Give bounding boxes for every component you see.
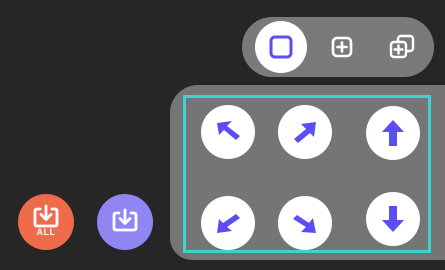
- mode-toolbar: [242, 17, 434, 77]
- arrow-down-right-icon: [293, 215, 316, 233]
- arrow-down-left-icon: [217, 214, 240, 233]
- arrow-up-left-icon: [217, 121, 240, 140]
- plus-square-icon: [331, 36, 353, 58]
- move-down-button[interactable]: [366, 192, 420, 246]
- arrow-up-right-icon: [294, 122, 316, 143]
- arrow-down-icon: [382, 206, 404, 232]
- arrow-up-icon: [382, 120, 404, 146]
- select-mode-button[interactable]: [255, 21, 307, 73]
- download-tray-icon: [112, 208, 138, 232]
- move-up-left-button[interactable]: [201, 105, 255, 159]
- download-button[interactable]: [97, 194, 153, 250]
- move-down-left-button[interactable]: [201, 196, 255, 250]
- download-all-button[interactable]: ALL: [18, 194, 74, 250]
- move-down-right-button[interactable]: [278, 196, 332, 250]
- add-mode-button[interactable]: [316, 21, 368, 73]
- duplicate-plus-icon: [389, 34, 415, 59]
- move-up-button[interactable]: [366, 106, 420, 160]
- duplicate-mode-button[interactable]: [376, 21, 428, 73]
- download-all-label: ALL: [36, 227, 56, 237]
- move-up-right-button[interactable]: [278, 105, 332, 159]
- square-outline-icon: [269, 35, 293, 59]
